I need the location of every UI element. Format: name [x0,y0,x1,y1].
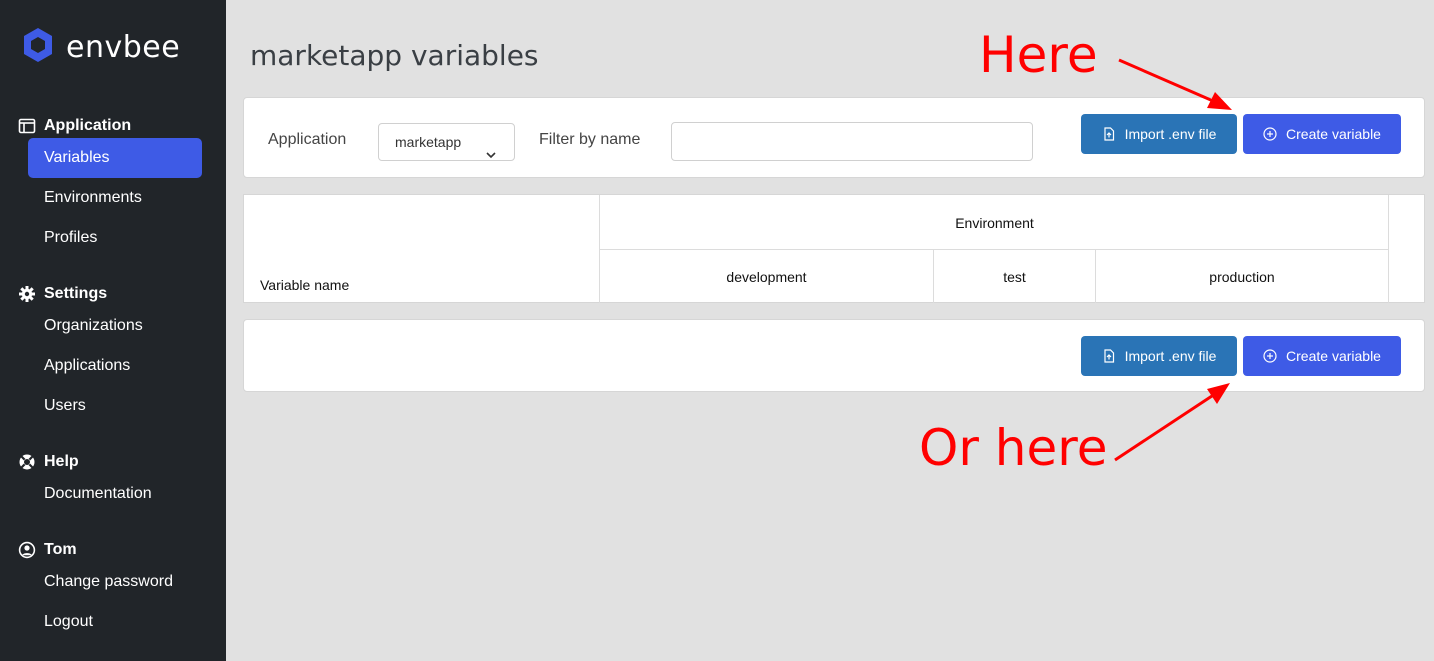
annotation-arrow-top [1118,58,1232,110]
annotation-arrow-bottom [1114,383,1230,462]
annotation-arrows [1114,58,1232,462]
